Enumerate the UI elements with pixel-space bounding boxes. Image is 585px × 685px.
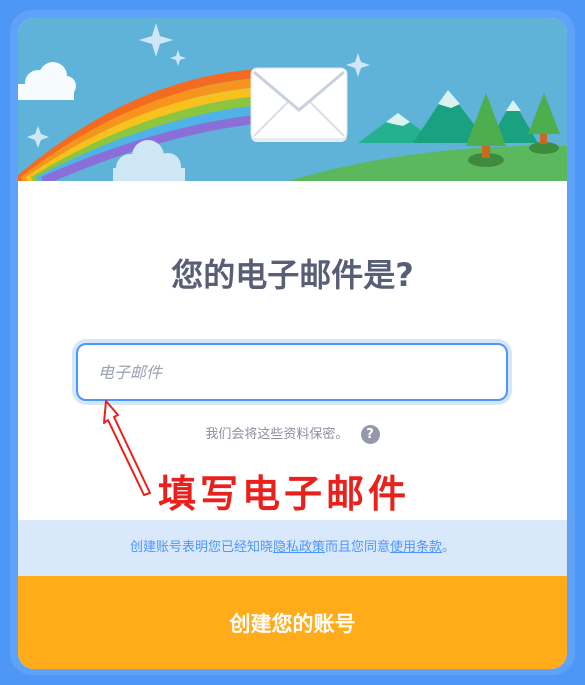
page-title: 您的电子邮件是? bbox=[171, 256, 414, 294]
red-arrow-icon bbox=[103, 400, 151, 496]
terms-middle: 而且您同意 bbox=[324, 540, 390, 555]
create-account-button[interactable]: 创建您的账号 bbox=[18, 576, 567, 669]
terms-prefix: 创建账号表明您已经知晓 bbox=[129, 540, 273, 555]
privacy-note-text: 我们会将这些资料保密。 bbox=[205, 427, 349, 442]
registration-modal: 您的电子邮件是? 我们会将这些资料保密。 ? 填写电子邮件 创建账号表明您已经知… bbox=[10, 10, 575, 675]
modal-content: 您的电子邮件是? 我们会将这些资料保密。 ? 填写电子邮件 创建账号表明您已经知… bbox=[18, 18, 567, 669]
terms-of-use-link[interactable]: 使用条款 bbox=[390, 540, 442, 555]
header-illustration bbox=[18, 18, 567, 181]
privacy-policy-link[interactable]: 隐私政策 bbox=[273, 540, 325, 555]
terms-suffix: 。 bbox=[442, 540, 456, 555]
annotation-label: 填写电子邮件 bbox=[158, 472, 411, 516]
terms-notice: 创建账号表明您已经知晓隐私政策而且您同意使用条款。 bbox=[18, 520, 567, 576]
help-icon[interactable]: ? bbox=[360, 425, 380, 444]
envelope-icon bbox=[250, 67, 348, 142]
